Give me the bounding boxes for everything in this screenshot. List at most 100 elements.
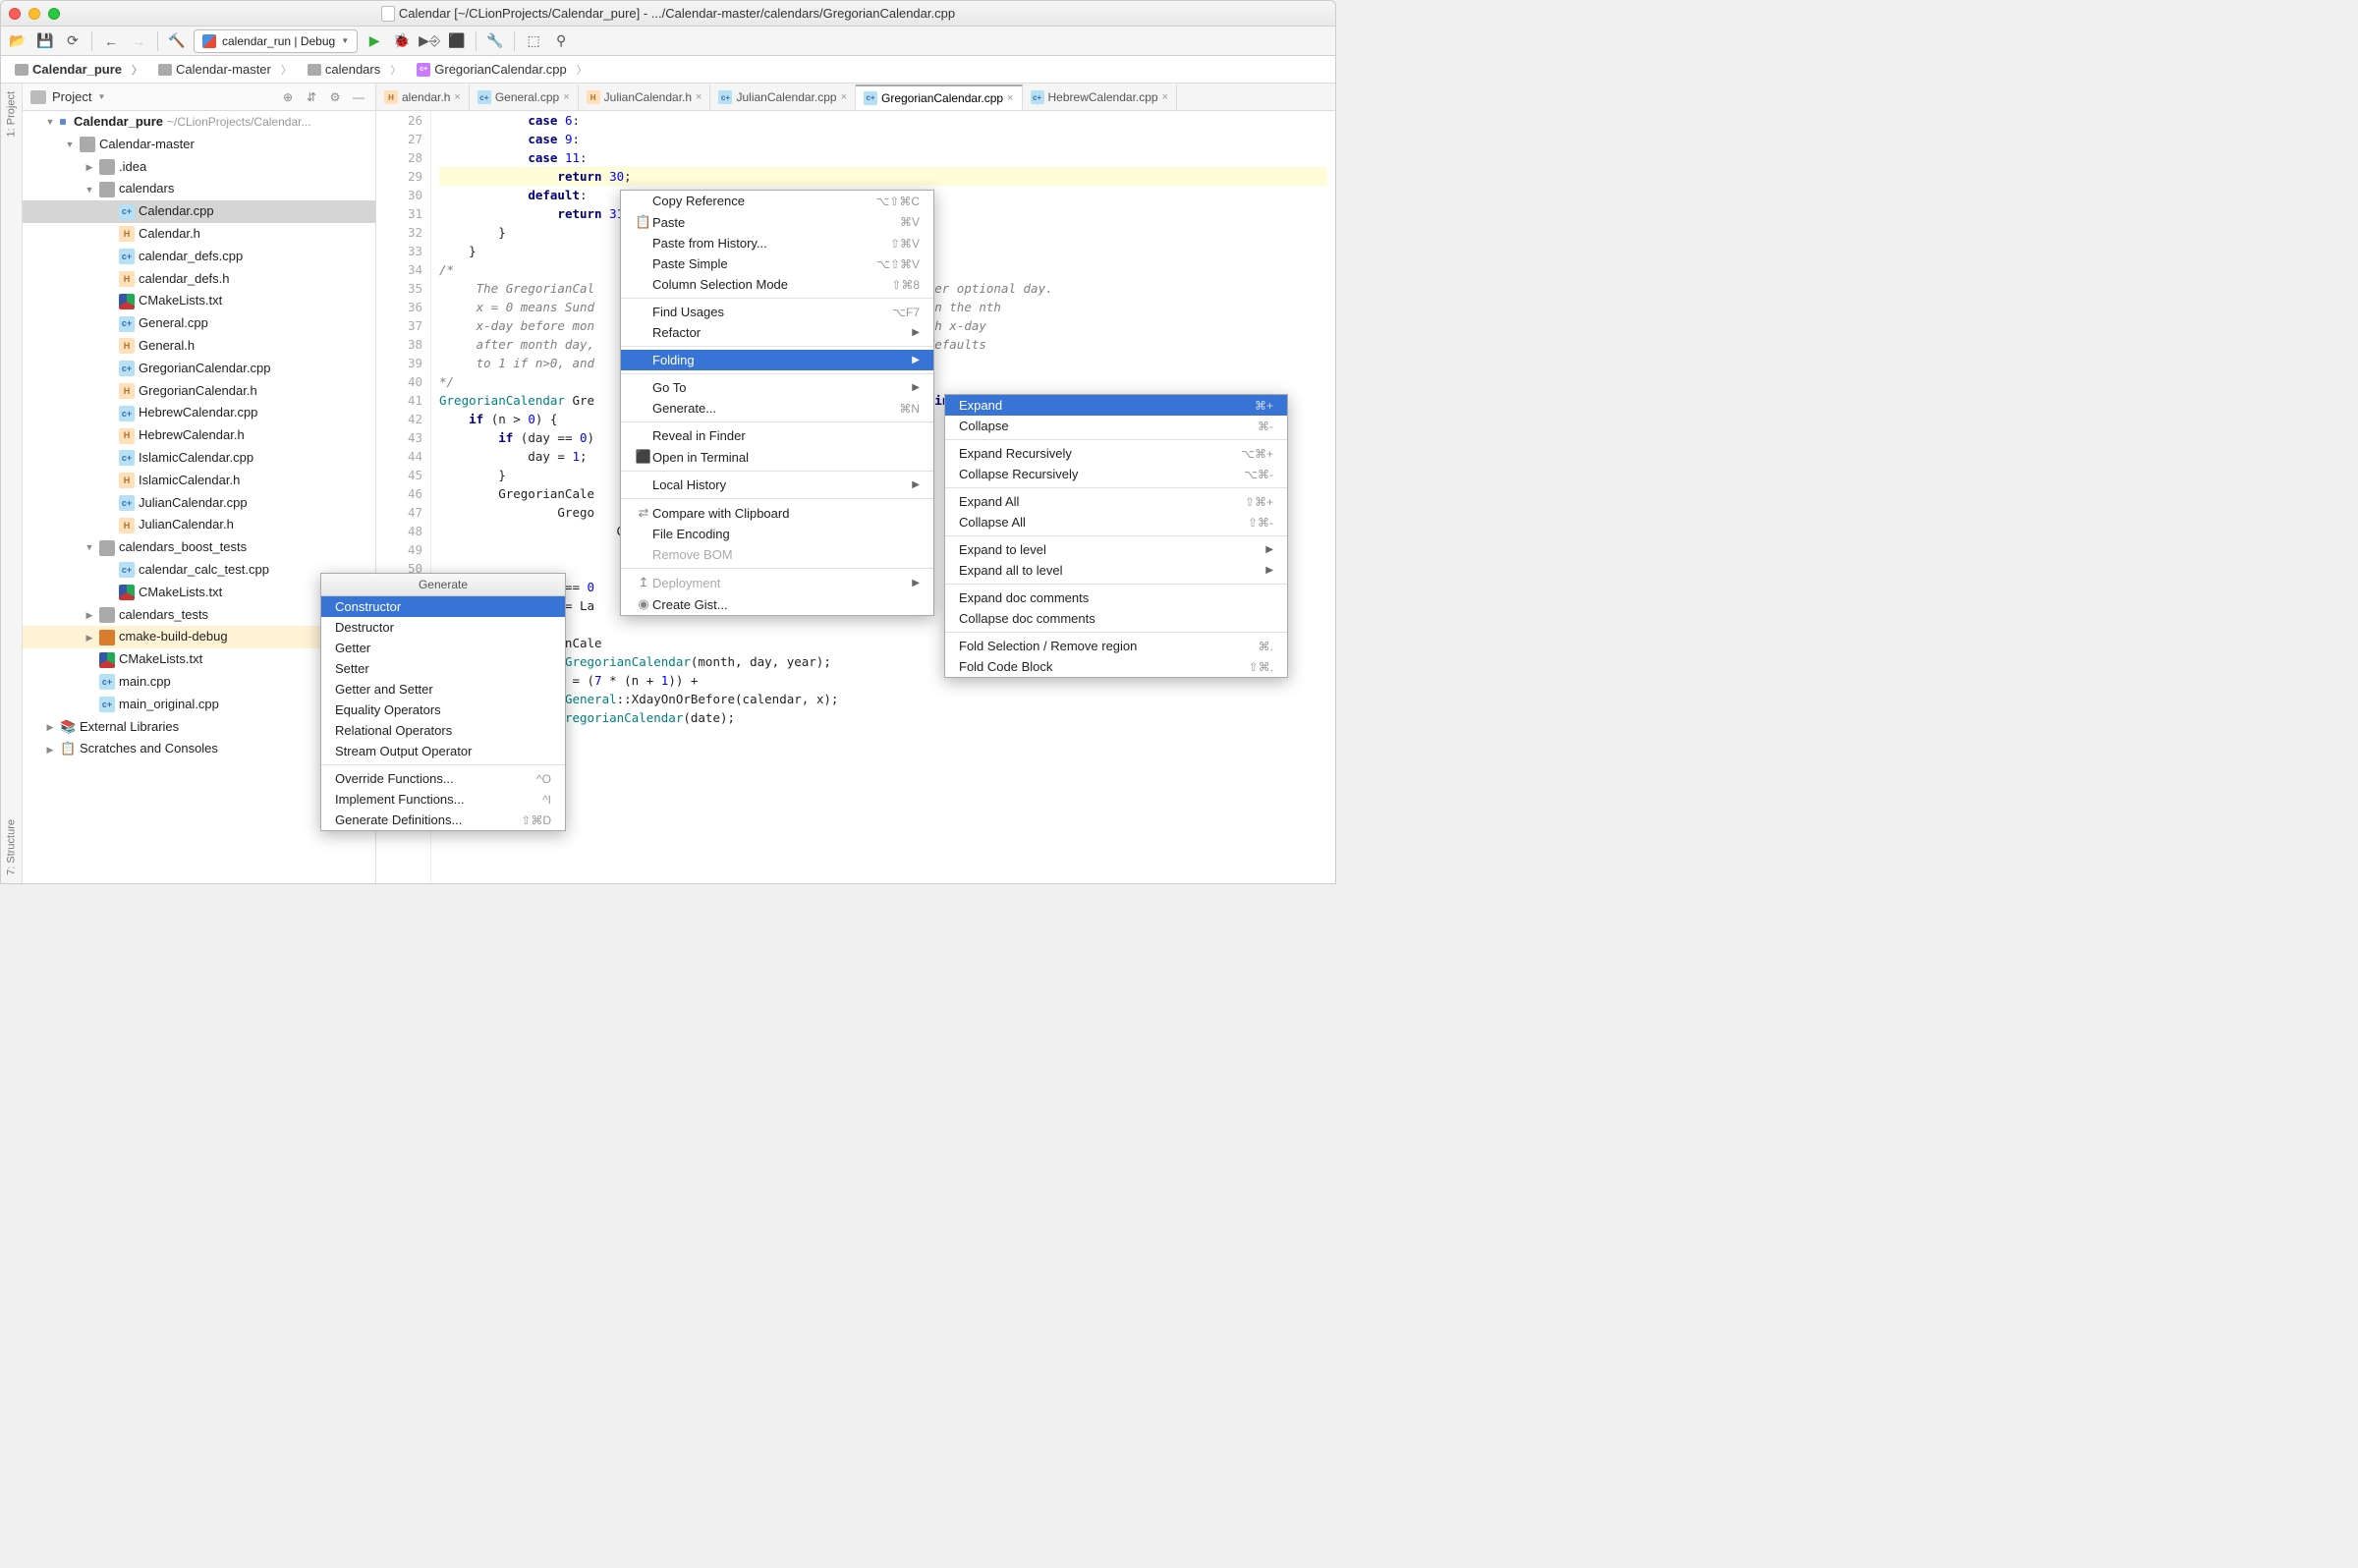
debug-icon[interactable]: 🐞 <box>391 30 413 52</box>
tree-item[interactable]: Hcalendar_defs.h <box>23 268 375 291</box>
structure-icon[interactable]: ⬚ <box>523 30 544 52</box>
menu-item[interactable]: Copy Reference⌥⇧⌘C <box>621 191 933 211</box>
menu-item[interactable]: Equality Operators <box>321 700 565 720</box>
menu-item[interactable]: Constructor <box>321 596 565 617</box>
menu-item[interactable]: Column Selection Mode⇧⌘8 <box>621 274 933 295</box>
menu-item[interactable]: Collapse⌘- <box>945 416 1287 436</box>
menu-item[interactable]: Find Usages⌥F7 <box>621 302 933 322</box>
menu-item[interactable]: Expand doc comments <box>945 588 1287 608</box>
menu-item[interactable]: Local History▶ <box>621 475 933 495</box>
tree-item[interactable]: c+Calendar.cpp <box>23 200 375 223</box>
menu-item[interactable]: Collapse Recursively⌥⌘- <box>945 464 1287 484</box>
structure-tool-button[interactable]: 7: Structure <box>1 815 22 879</box>
menu-item[interactable]: Generate...⌘N <box>621 398 933 419</box>
minimize-icon[interactable]: — <box>350 90 367 104</box>
search-icon[interactable]: ⚲ <box>550 30 572 52</box>
menu-item[interactable]: Generate Definitions...⇧⌘D <box>321 810 565 830</box>
stop-icon[interactable]: ⬛ <box>446 30 468 52</box>
collapse-icon[interactable]: ⇵ <box>303 90 320 104</box>
menu-item[interactable]: Paste from History...⇧⌘V <box>621 233 933 253</box>
tree-item[interactable]: c+JulianCalendar.cpp <box>23 492 375 515</box>
breadcrumb[interactable]: c+GregorianCalendar.cpp〉 <box>409 60 594 80</box>
menu-item[interactable]: Getter <box>321 638 565 658</box>
menu-item[interactable]: ⬛Open in Terminal <box>621 446 933 468</box>
breadcrumb[interactable]: Calendar-master〉 <box>150 60 300 80</box>
menu-item[interactable]: Fold Code Block⇧⌘. <box>945 656 1287 677</box>
save-icon[interactable]: 💾 <box>34 30 56 52</box>
menu-item[interactable]: Expand⌘+ <box>945 395 1287 416</box>
menu-item[interactable]: Collapse All⇧⌘- <box>945 512 1287 532</box>
cpp-file-icon: c+ <box>417 63 430 77</box>
menu-item[interactable]: Folding▶ <box>621 350 933 370</box>
menu-item: Remove BOM <box>621 544 933 565</box>
tree-item[interactable]: HGeneral.h <box>23 335 375 358</box>
open-icon[interactable]: 📂 <box>7 30 28 52</box>
run-icon[interactable]: ▶ <box>364 30 385 52</box>
close-tab-icon[interactable]: × <box>1162 91 1168 103</box>
tree-item[interactable]: c+General.cpp <box>23 312 375 335</box>
target-icon[interactable]: ⊕ <box>279 90 297 104</box>
editor-tab[interactable]: c+HebrewCalendar.cpp× <box>1023 84 1178 110</box>
tree-item[interactable]: c+GregorianCalendar.cpp <box>23 358 375 380</box>
menu-item[interactable]: Go To▶ <box>621 377 933 398</box>
breadcrumb[interactable]: Calendar_pure〉 <box>7 60 150 80</box>
menu-item[interactable]: Expand all to level▶ <box>945 560 1287 581</box>
tree-root[interactable]: ▼Calendar_pure ~/CLionProjects/Calendar.… <box>23 111 375 134</box>
tree-item[interactable]: ▶.idea <box>23 156 375 179</box>
back-icon[interactable]: ← <box>100 30 122 52</box>
menu-item[interactable]: Relational Operators <box>321 720 565 741</box>
sidebar-title: Project <box>52 89 91 104</box>
menu-item[interactable]: ⇄Compare with Clipboard <box>621 502 933 524</box>
editor-tab[interactable]: c+JulianCalendar.cpp× <box>710 84 856 110</box>
menu-item[interactable]: Fold Selection / Remove region⌘. <box>945 636 1287 656</box>
menu-item[interactable]: File Encoding <box>621 524 933 544</box>
tree-item[interactable]: HGregorianCalendar.h <box>23 380 375 403</box>
chevron-down-icon[interactable]: ▼ <box>97 92 105 101</box>
close-tab-icon[interactable]: × <box>696 91 702 103</box>
close-tab-icon[interactable]: × <box>454 91 460 103</box>
tree-item[interactable]: HHebrewCalendar.h <box>23 424 375 447</box>
menu-item[interactable]: Getter and Setter <box>321 679 565 700</box>
forward-icon[interactable]: → <box>128 30 149 52</box>
editor-tab[interactable]: HJulianCalendar.h× <box>579 84 711 110</box>
tree-item[interactable]: HIslamicCalendar.h <box>23 470 375 492</box>
close-tab-icon[interactable]: × <box>841 91 847 103</box>
menu-item[interactable]: Setter <box>321 658 565 679</box>
close-tab-icon[interactable]: × <box>1007 92 1013 104</box>
menu-item[interactable]: Paste Simple⌥⇧⌘V <box>621 253 933 274</box>
menu-item[interactable]: Refactor▶ <box>621 322 933 343</box>
project-tool-button[interactable]: 1: Project <box>1 87 22 140</box>
menu-item[interactable]: Reveal in Finder <box>621 425 933 446</box>
tree-item[interactable]: c+calendar_defs.cpp <box>23 246 375 268</box>
close-tab-icon[interactable]: × <box>563 91 569 103</box>
gear-icon[interactable]: ⚙ <box>326 90 344 104</box>
tree-item[interactable]: ▼Calendar-master <box>23 134 375 156</box>
coverage-icon[interactable]: ▶⎆ <box>419 30 440 52</box>
editor-tab[interactable]: c+General.cpp× <box>470 84 579 110</box>
tree-item[interactable]: ▼calendars <box>23 178 375 200</box>
menu-item[interactable]: Stream Output Operator <box>321 741 565 761</box>
build-icon[interactable]: 🔨 <box>166 30 188 52</box>
menu-item[interactable]: Expand All⇧⌘+ <box>945 491 1287 512</box>
menu-item[interactable]: Implement Functions...^I <box>321 789 565 810</box>
tree-item[interactable]: c+HebrewCalendar.cpp <box>23 402 375 424</box>
tree-item[interactable]: CMakeLists.txt <box>23 290 375 312</box>
menu-item[interactable]: Collapse doc comments <box>945 608 1287 629</box>
menu-item[interactable]: Override Functions...^O <box>321 768 565 789</box>
tree-item[interactable]: HCalendar.h <box>23 223 375 246</box>
editor-tab[interactable]: Halendar.h× <box>376 84 470 110</box>
tree-item[interactable]: HJulianCalendar.h <box>23 514 375 536</box>
tree-item[interactable]: ▼calendars_boost_tests <box>23 536 375 559</box>
menu-item[interactable]: Expand to level▶ <box>945 539 1287 560</box>
refresh-icon[interactable]: ⟳ <box>62 30 84 52</box>
tree-item[interactable]: c+IslamicCalendar.cpp <box>23 447 375 470</box>
menu-item[interactable]: Expand Recursively⌥⌘+ <box>945 443 1287 464</box>
breadcrumb[interactable]: calendars〉 <box>300 60 409 80</box>
menu-item[interactable]: ◉Create Gist... <box>621 593 933 615</box>
run-config-selector[interactable]: calendar_run | Debug ▼ <box>194 29 358 53</box>
project-icon <box>30 90 46 104</box>
menu-item[interactable]: 📋Paste⌘V <box>621 211 933 233</box>
wrench-icon[interactable]: 🔧 <box>484 30 506 52</box>
editor-tab[interactable]: c+GregorianCalendar.cpp× <box>856 84 1023 110</box>
menu-item[interactable]: Destructor <box>321 617 565 638</box>
